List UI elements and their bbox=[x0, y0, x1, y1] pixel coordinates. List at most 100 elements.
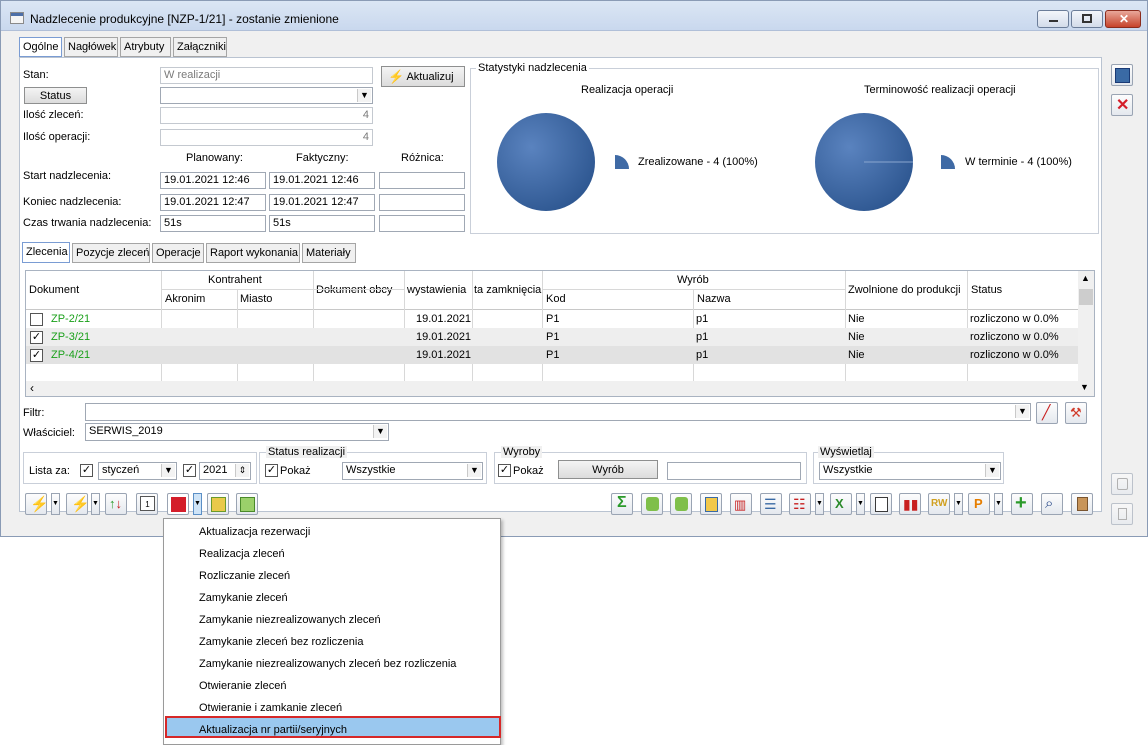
subtab-materialy[interactable]: Materiały bbox=[302, 243, 356, 263]
tasks-dropdown[interactable]: ▼ bbox=[193, 493, 202, 515]
table-row[interactable]: ✓ ZP-3/21 19.01.2021 P1 p1 Nie rozliczon… bbox=[26, 328, 1078, 346]
czas-label: Czas trwania nadzlecenia: bbox=[23, 217, 152, 229]
cancel-button[interactable]: ✕ bbox=[1111, 94, 1133, 116]
start-planned-field[interactable]: 19.01.2021 12:46 bbox=[160, 172, 266, 189]
czas-diff-field[interactable] bbox=[379, 215, 465, 232]
row-doc[interactable]: ZP-4/21 bbox=[51, 349, 90, 361]
chevron-down-icon: ▼ bbox=[985, 464, 999, 477]
lock-icon bbox=[1117, 478, 1128, 490]
filtr-input[interactable]: ▼ bbox=[85, 403, 1031, 421]
tab-naglowek[interactable]: Nagłówek bbox=[64, 37, 118, 57]
search-button[interactable]: ⌕ bbox=[1041, 493, 1063, 515]
menu-item[interactable]: Zamykanie niezrealizowanych zleceń bez r… bbox=[199, 658, 456, 670]
menu-item[interactable]: Otwieranie zleceń bbox=[199, 680, 286, 692]
row-zwolnione: Nie bbox=[848, 349, 865, 361]
books-button[interactable]: ▮▮ bbox=[899, 493, 921, 515]
lock-button[interactable] bbox=[641, 493, 663, 515]
add-button[interactable]: + bbox=[1011, 492, 1033, 515]
koniec-planned-field[interactable]: 19.01.2021 12:47 bbox=[160, 194, 266, 211]
subtab-zlecenia[interactable]: Zlecenia bbox=[22, 242, 70, 263]
lightning-green-dropdown[interactable]: ▼ bbox=[91, 493, 100, 515]
wyrob-button[interactable]: Wyrób bbox=[558, 460, 658, 479]
menu-item[interactable]: Rozliczanie zleceń bbox=[199, 570, 290, 582]
status-button[interactable]: Status bbox=[24, 87, 87, 104]
sum-button[interactable]: Σ bbox=[611, 493, 633, 515]
app-icon bbox=[10, 12, 24, 24]
minimize-button[interactable] bbox=[1037, 10, 1069, 28]
menu-item[interactable]: Zamykanie niezrealizowanych zleceń bbox=[199, 614, 381, 626]
menu-item[interactable]: Otwieranie i zamkanie zleceń bbox=[199, 702, 342, 714]
excel-button[interactable]: X bbox=[830, 493, 852, 515]
start-actual-field[interactable]: 19.01.2021 12:46 bbox=[269, 172, 375, 189]
subtab-raport[interactable]: Raport wykonania bbox=[206, 243, 300, 263]
row-checkbox[interactable] bbox=[30, 313, 43, 326]
tree-dropdown[interactable]: ▼ bbox=[815, 493, 824, 515]
menu-item-selected[interactable]: Aktualizacja nr partii/seryjnych bbox=[199, 724, 347, 736]
delete-button[interactable] bbox=[1071, 493, 1093, 515]
year-checkbox[interactable]: ✓ bbox=[183, 464, 196, 477]
horizontal-scrollbar[interactable]: ‹ ▼ bbox=[26, 381, 1094, 396]
row-checkbox[interactable]: ✓ bbox=[30, 349, 43, 362]
calendar-button[interactable]: 1 bbox=[136, 493, 158, 515]
clear-filter-button[interactable]: ╱ bbox=[1036, 402, 1058, 424]
czas-actual-field[interactable]: 51s bbox=[269, 215, 375, 232]
side-pin-button[interactable] bbox=[1111, 503, 1133, 525]
row-status: rozliczono w 0.0% bbox=[970, 313, 1059, 325]
close-window-button[interactable]: ✕ bbox=[1105, 10, 1141, 28]
table-row[interactable]: ✓ ZP-4/21 19.01.2021 P1 p1 Nie rozliczon… bbox=[26, 346, 1078, 364]
menu-item[interactable]: Zamykanie zleceń bbox=[199, 592, 288, 604]
rw-dropdown[interactable]: ▼ bbox=[954, 493, 963, 515]
lightning-orange-button[interactable]: ⚡ bbox=[25, 493, 49, 515]
menu-item[interactable]: Realizacja zleceń bbox=[199, 548, 285, 560]
year-stepper[interactable]: 2021 ⇕ bbox=[199, 462, 251, 480]
filter-tools-button[interactable]: ⚒ bbox=[1065, 402, 1087, 424]
print-button[interactable]: P bbox=[968, 493, 990, 515]
tree-button[interactable]: ☷ bbox=[789, 493, 811, 515]
status-combo[interactable]: ▼ bbox=[160, 87, 373, 104]
scroll-thumb[interactable] bbox=[1079, 289, 1093, 305]
list-button[interactable]: ☰ bbox=[760, 493, 782, 515]
month-combo[interactable]: styczeń ▼ bbox=[98, 462, 177, 480]
lightning-orange-dropdown[interactable]: ▼ bbox=[51, 493, 60, 515]
sort-button[interactable]: ↑↓ bbox=[105, 493, 127, 515]
koniec-diff-field[interactable] bbox=[379, 194, 465, 211]
tasks-button[interactable] bbox=[167, 493, 189, 515]
document-button[interactable] bbox=[700, 493, 722, 515]
vertical-scrollbar[interactable]: ▲ bbox=[1078, 271, 1094, 381]
czas-planned-field[interactable]: 51s bbox=[160, 215, 266, 232]
chart-button[interactable]: ▥ bbox=[730, 493, 752, 515]
subtab-pozycje[interactable]: Pozycje zleceń bbox=[72, 243, 150, 263]
tab-atrybuty[interactable]: Atrybuty bbox=[120, 37, 171, 57]
print-dropdown[interactable]: ▼ bbox=[994, 493, 1003, 515]
excel-dropdown[interactable]: ▼ bbox=[856, 493, 865, 515]
row-doc[interactable]: ZP-2/21 bbox=[51, 313, 90, 325]
export-button[interactable] bbox=[207, 493, 229, 515]
month-checkbox[interactable]: ✓ bbox=[80, 464, 93, 477]
pokaz-wyroby-checkbox[interactable]: ✓ bbox=[498, 464, 511, 477]
row-doc[interactable]: ZP-3/21 bbox=[51, 331, 90, 343]
tab-ogolne[interactable]: Ogólne bbox=[19, 37, 62, 57]
menu-item[interactable]: Zamykanie zleceń bez rozliczenia bbox=[199, 636, 363, 648]
maximize-button[interactable] bbox=[1071, 10, 1103, 28]
import-button[interactable] bbox=[236, 493, 258, 515]
copy-button[interactable] bbox=[870, 493, 892, 515]
aktualizuj-button[interactable]: ⚡ Aktualizuj bbox=[381, 66, 465, 87]
unlock-button[interactable] bbox=[670, 493, 692, 515]
row-checkbox[interactable]: ✓ bbox=[30, 331, 43, 344]
pokaz-status-checkbox[interactable]: ✓ bbox=[265, 464, 278, 477]
menu-item[interactable]: Aktualizacja rezerwacji bbox=[199, 526, 310, 538]
table-row[interactable]: ZP-2/21 19.01.2021 P1 p1 Nie rozliczono … bbox=[26, 310, 1078, 328]
subtab-operacje[interactable]: Operacje bbox=[152, 243, 204, 263]
koniec-actual-field[interactable]: 19.01.2021 12:47 bbox=[269, 194, 375, 211]
start-diff-field[interactable] bbox=[379, 172, 465, 189]
tab-zalaczniki[interactable]: Załączniki bbox=[173, 37, 227, 57]
lightning-green-button[interactable]: ⚡ bbox=[66, 493, 90, 515]
wyswietlaj-combo[interactable]: Wszystkie ▼ bbox=[819, 462, 1001, 480]
stan-label: Stan: bbox=[23, 69, 49, 81]
status-real-combo[interactable]: Wszystkie ▼ bbox=[342, 462, 483, 480]
wlasciciel-combo[interactable]: SERWIS_2019 ▼ bbox=[85, 423, 389, 441]
side-lock-button[interactable] bbox=[1111, 473, 1133, 495]
rw-button[interactable]: RW bbox=[928, 493, 950, 515]
save-button[interactable] bbox=[1111, 64, 1133, 86]
wyrob-input[interactable] bbox=[667, 462, 801, 480]
